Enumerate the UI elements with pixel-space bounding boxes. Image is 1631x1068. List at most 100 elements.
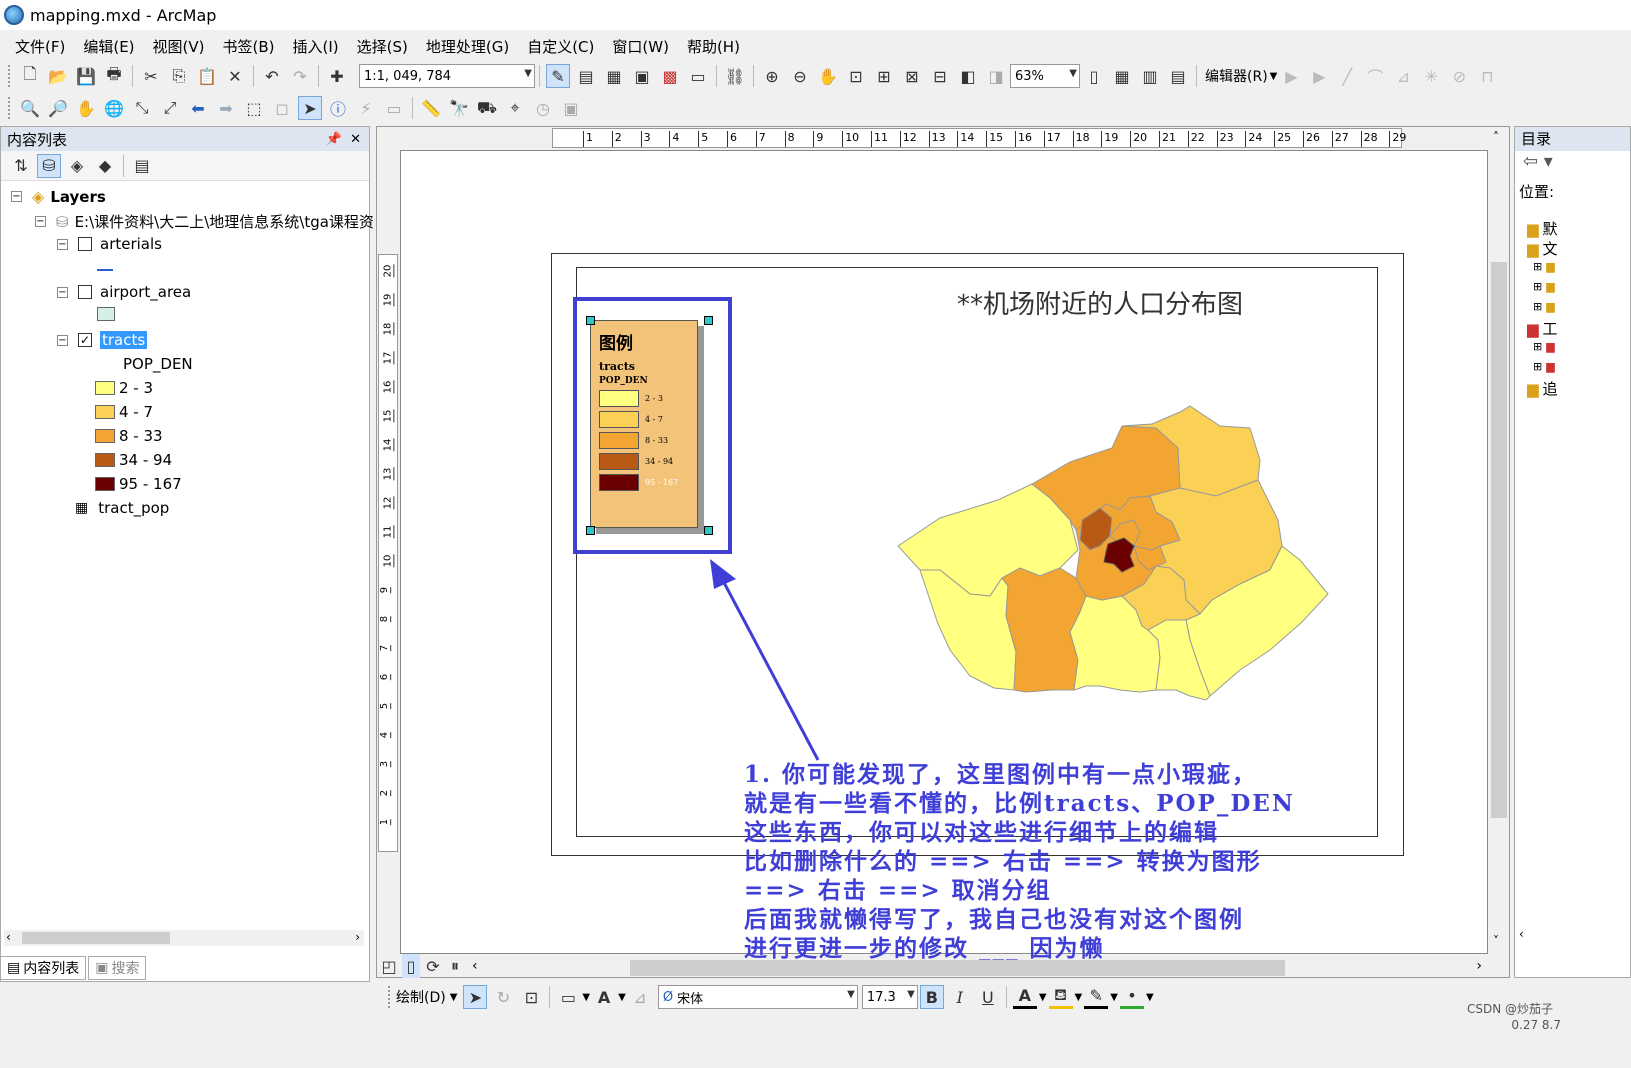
select-features-icon[interactable]: ⬚ — [242, 96, 266, 120]
clear-selection-icon[interactable]: ◻ — [270, 96, 294, 120]
tab-search[interactable]: ▣ 搜索 — [88, 956, 147, 980]
catalog-subitem[interactable]: ⊞ ▆ — [1533, 260, 1555, 273]
class-item[interactable]: 2 - 3 — [95, 379, 153, 397]
list-by-drawing-order-icon[interactable]: ⇅ — [9, 154, 33, 178]
tracts-visibility-checkbox[interactable]: ✓ — [78, 333, 92, 347]
bold-button[interactable]: B — [919, 985, 944, 1009]
tab-toc[interactable]: ▤ 内容列表 — [0, 956, 87, 980]
menu-edit[interactable]: 编辑(E) — [74, 36, 143, 57]
open-folder-icon[interactable]: 📂 — [46, 64, 70, 88]
pin-icon[interactable]: 📌 — [326, 132, 342, 147]
selection-handle[interactable] — [586, 526, 595, 535]
layers-node[interactable]: − ◈ Layers — [11, 187, 106, 206]
zoom-100-icon[interactable]: ⊞ — [872, 64, 896, 88]
edit-vertices-icon[interactable]: ⊿ — [628, 985, 652, 1009]
scroll-right-icon[interactable]: › — [1476, 958, 1482, 974]
close-icon[interactable]: ✕ — [350, 132, 361, 147]
table-of-contents-icon[interactable]: ▤ — [574, 64, 598, 88]
collapse-icon[interactable]: − — [35, 216, 46, 227]
undo-icon[interactable]: ↶ — [260, 64, 284, 88]
select-elements-icon[interactable]: ➤ — [463, 985, 488, 1009]
line-color-icon[interactable]: ✎ — [1084, 985, 1109, 1009]
zoom-to-selected-icon[interactable]: ⊡ — [519, 985, 543, 1009]
table-tract-pop[interactable]: ▦ tract_pop — [75, 499, 169, 517]
fixed-zoom-in-icon[interactable]: ⤡ — [130, 96, 154, 120]
layout-zoom-in-icon[interactable]: ⊕ — [760, 64, 784, 88]
next-extent-icon[interactable]: ◨ — [984, 64, 1008, 88]
catalog-item[interactable]: ▆ 默 — [1527, 218, 1558, 239]
identify-icon[interactable]: ⓘ — [326, 96, 350, 120]
collapse-icon[interactable]: − — [57, 334, 68, 346]
menu-geoprocessing[interactable]: 地理处理(G) — [417, 36, 518, 57]
catalog-subitem[interactable]: ⊞ ▆ — [1533, 280, 1555, 293]
go-to-xy-icon[interactable]: ⌖ — [503, 96, 527, 120]
data-driven-pages-icon[interactable]: ▤ — [1166, 64, 1190, 88]
model-builder-icon[interactable]: ⛓ — [723, 64, 747, 88]
cut-icon[interactable]: ✂ — [139, 64, 163, 88]
menu-selection[interactable]: 选择(S) — [348, 36, 417, 57]
tracts-map[interactable] — [890, 400, 1340, 710]
print-icon[interactable]: 🖶 — [102, 64, 126, 88]
scroll-left-icon[interactable]: ‹ — [1519, 927, 1524, 941]
full-extent-icon[interactable]: 🌐 — [102, 96, 126, 120]
map-title[interactable]: **机场附近的人口分布图 — [600, 284, 1600, 321]
catalog-icon[interactable]: ▦ — [602, 64, 626, 88]
catalog-back-icon[interactable]: ⇦ ▾ — [1515, 151, 1630, 181]
fixed-zoom-out-icon[interactable]: ⊟ — [928, 64, 952, 88]
catalog-subitem[interactable]: ⊞ ▆ — [1533, 300, 1555, 313]
zoom-in-icon[interactable]: 🔍 — [18, 96, 42, 120]
time-slider-icon[interactable]: ◷ — [531, 96, 555, 120]
draw-menu[interactable]: 绘制(D) — [396, 987, 446, 1007]
catalog-item[interactable]: ▆ 工 — [1527, 318, 1558, 339]
class-item[interactable]: 95 - 167 — [95, 475, 182, 493]
refresh-icon[interactable]: ⟳ — [424, 954, 442, 978]
create-viewer-icon[interactable]: ▣ — [559, 96, 583, 120]
data-view-icon[interactable]: ◰ — [380, 954, 398, 978]
fixed-zoom-out-icon[interactable]: ⤢ — [158, 96, 182, 120]
catalog-subitem[interactable]: ⊞ ▆ — [1533, 360, 1555, 373]
underline-button[interactable]: U — [976, 985, 1000, 1009]
pause-drawing-icon[interactable]: ⏸ — [446, 954, 464, 978]
arctoolbox-icon[interactable]: ▩ — [658, 64, 682, 88]
airport-area-visibility-checkbox[interactable] — [78, 285, 92, 299]
collapse-icon[interactable]: − — [11, 191, 22, 202]
list-by-source-icon[interactable]: ⛁ — [37, 153, 61, 178]
toggle-draft-icon[interactable]: ▯ — [1082, 64, 1106, 88]
find-icon[interactable]: 🔭 — [447, 96, 471, 120]
class-item[interactable]: 8 - 33 — [95, 427, 163, 445]
scroll-left-icon[interactable]: ‹ — [6, 930, 11, 944]
hyperlink-icon[interactable]: ⚡ — [354, 96, 378, 120]
toolbar-grip[interactable] — [8, 65, 12, 87]
pan-icon[interactable]: ✋ — [74, 96, 98, 120]
delete-icon[interactable]: ✕ — [223, 64, 247, 88]
fill-color-icon[interactable]: ⛾ — [1048, 985, 1073, 1009]
options-icon[interactable]: ▤ — [130, 154, 154, 178]
vertical-ruler[interactable]: 20 19 18 17 16 15 14 13 12 11 10 9 8 7 6 5 4 3 2 1 — [378, 254, 398, 852]
arterials-visibility-checkbox[interactable] — [78, 237, 92, 251]
horizontal-ruler[interactable]: 1 2 3 4 5 6 7 8 9 10 11 12 13 14 15 16 17 18 19 20 21 22 23 24 2… — [552, 128, 1406, 148]
collapse-icon[interactable]: − — [57, 286, 68, 298]
layout-zoom-out-icon[interactable]: ⊖ — [788, 64, 812, 88]
vertical-scroll-thumb[interactable] — [1491, 262, 1507, 818]
italic-button[interactable]: I — [948, 985, 972, 1009]
paste-icon[interactable]: 📋 — [195, 64, 219, 88]
menu-window[interactable]: 窗口(W) — [603, 36, 678, 57]
layout-pan-icon[interactable]: ✋ — [816, 64, 840, 88]
font-color-icon[interactable]: A — [1012, 985, 1037, 1009]
font-size-combo[interactable]: 17.3 ▼ — [861, 985, 918, 1009]
search-window-icon[interactable]: ▣ — [630, 64, 654, 88]
html-popup-icon[interactable]: ▭ — [382, 96, 406, 120]
find-route-icon[interactable]: ⛟ — [475, 96, 499, 120]
collapse-icon[interactable]: − — [57, 238, 68, 250]
horizontal-scroll-thumb[interactable] — [630, 960, 1285, 976]
copy-icon[interactable]: ⎘ — [167, 64, 191, 88]
scroll-right-icon[interactable]: › — [355, 930, 360, 944]
toc-horizontal-scrollbar[interactable]: ‹ › — [4, 930, 364, 946]
menu-file[interactable]: 文件(F) — [6, 36, 74, 57]
layout-view-icon[interactable]: ▯ — [402, 954, 420, 978]
zoom-whole-page-icon[interactable]: ⊡ — [844, 64, 868, 88]
legend-element[interactable]: 图例 tracts POP_DEN 2 - 3 4 - 7 8 - 33 34 … — [590, 320, 698, 528]
editor-toolbar-icon[interactable]: ✎ — [546, 64, 570, 88]
measure-icon[interactable]: 📏 — [419, 96, 443, 120]
layer-airport-area[interactable]: − airport_area — [57, 283, 191, 301]
